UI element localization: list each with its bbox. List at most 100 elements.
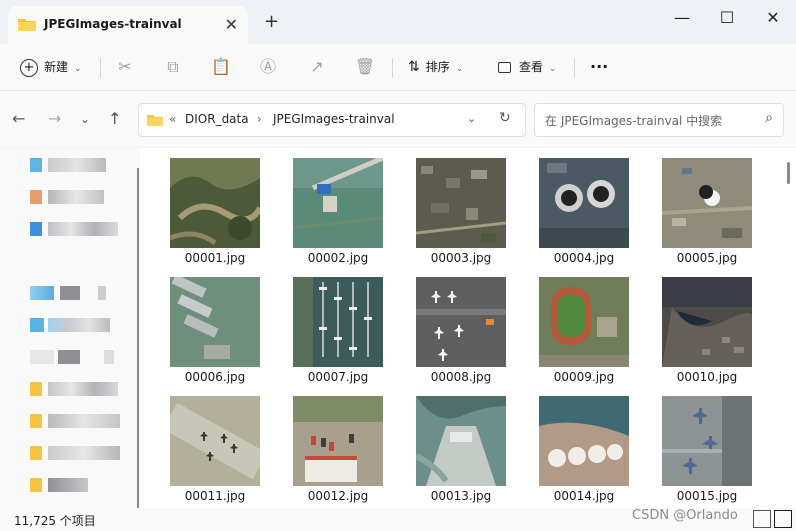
file-tile[interactable]: 00006.jpg [160, 267, 270, 386]
file-name: 00014.jpg [553, 489, 615, 503]
sidebar-item[interactable] [30, 350, 114, 364]
image-thumbnail [170, 277, 260, 367]
search-box[interactable]: 在 JPEGImages-trainval 中搜索 ⌕ [534, 103, 784, 137]
overflow-chevron[interactable]: « [169, 112, 176, 126]
file-tile[interactable]: 00008.jpg [406, 267, 516, 386]
image-thumbnail [662, 277, 752, 367]
navigation-bar: ← → ⌄ ↑ « DIOR_data › JPEGImages-trainva… [0, 91, 796, 147]
forward-arrow-icon[interactable]: → [48, 109, 61, 128]
status-bar: 11,725 个项目 CSDN @Orlando [0, 508, 796, 531]
address-bar[interactable]: « DIOR_data › JPEGImages-trainval ⌄ ↻ [138, 103, 526, 137]
recent-chevron-icon[interactable]: ⌄ [80, 112, 90, 126]
sidebar-item[interactable] [30, 158, 106, 172]
close-window-button[interactable]: ✕ [755, 5, 791, 31]
file-name: 00006.jpg [184, 370, 246, 384]
search-placeholder: 在 JPEGImages-trainval 中搜索 [545, 114, 723, 128]
new-button-label: 新建 [44, 60, 69, 74]
file-name: 00001.jpg [184, 251, 246, 265]
share-icon[interactable]: ↗ [306, 56, 328, 78]
file-name: 00010.jpg [676, 370, 738, 384]
active-tab[interactable]: JPEGImages-trainval ✕ [8, 6, 248, 44]
image-thumbnail [662, 158, 752, 248]
folder-icon [18, 19, 36, 31]
image-thumbnail [416, 396, 506, 486]
paste-icon[interactable]: 📋 [210, 56, 232, 78]
vertical-scrollbar-thumb[interactable] [787, 162, 790, 184]
image-thumbnail [293, 277, 383, 367]
separator [392, 58, 393, 78]
title-bar: JPEGImages-trainval ✕ + — ☐ ✕ [0, 0, 796, 44]
sort-label: 排序 [425, 60, 450, 74]
chevron-down-icon: ⌄ [455, 64, 464, 74]
new-tab-button[interactable]: + [264, 11, 279, 32]
file-tile[interactable]: 00014.jpg [529, 386, 639, 505]
sidebar-item[interactable] [30, 446, 120, 460]
image-thumbnail [170, 158, 260, 248]
file-name: 00013.jpg [430, 489, 492, 503]
file-name: 00003.jpg [430, 251, 492, 265]
separator [574, 58, 575, 78]
image-thumbnail [539, 277, 629, 367]
rename-icon[interactable]: Ⓐ [257, 56, 279, 78]
sort-button[interactable]: ⇅ 排序 ⌄ [408, 55, 463, 79]
breadcrumb-jpegimages[interactable]: JPEGImages-trainval [273, 112, 395, 126]
details-view-icon[interactable] [753, 510, 771, 528]
image-thumbnail [662, 396, 752, 486]
file-name: 00002.jpg [307, 251, 369, 265]
sidebar-item[interactable] [30, 478, 88, 492]
sidebar-scrollbar[interactable] [137, 168, 139, 508]
refresh-icon[interactable]: ↻ [499, 110, 511, 126]
file-tile[interactable]: 00007.jpg [283, 267, 393, 386]
sidebar-item[interactable] [30, 190, 104, 204]
cut-icon[interactable]: ✂ [114, 56, 136, 78]
new-button[interactable]: + 新建 ⌄ [20, 55, 82, 79]
address-dropdown-icon[interactable]: ⌄ [467, 112, 476, 125]
separator [100, 58, 101, 78]
copy-icon[interactable]: ⧉ [162, 56, 184, 78]
view-toggle [750, 510, 792, 528]
file-tile[interactable]: 00003.jpg [406, 148, 516, 267]
file-tile[interactable]: 00001.jpg [160, 148, 270, 267]
file-tile[interactable]: 00015.jpg [652, 386, 762, 505]
file-tile[interactable]: 00011.jpg [160, 386, 270, 505]
folder-icon [147, 115, 163, 126]
maximize-button[interactable]: ☐ [709, 5, 745, 31]
view-label: 查看 [519, 60, 544, 74]
command-bar: + 新建 ⌄ ✂ ⧉ 📋 Ⓐ ↗ 🗑 ⇅ 排序 ⌄ 查看 ⌄ ··· [0, 44, 796, 91]
image-thumbnail [293, 158, 383, 248]
sort-icon: ⇅ [408, 59, 420, 75]
sidebar-item[interactable] [30, 414, 120, 428]
chevron-down-icon: ⌄ [549, 64, 557, 74]
sidebar-item[interactable] [30, 318, 110, 332]
file-tile[interactable]: 00012.jpg [283, 386, 393, 505]
view-button[interactable]: 查看 ⌄ [498, 55, 557, 79]
file-name: 00007.jpg [307, 370, 369, 384]
search-icon[interactable]: ⌕ [765, 110, 773, 126]
image-thumbnail [539, 158, 629, 248]
file-tile[interactable]: 00009.jpg [529, 267, 639, 386]
file-tile[interactable]: 00002.jpg [283, 148, 393, 267]
file-tile[interactable]: 00005.jpg [652, 148, 762, 267]
sidebar-item[interactable] [30, 382, 118, 396]
file-tile[interactable]: 00004.jpg [529, 148, 639, 267]
image-thumbnail [416, 277, 506, 367]
close-tab-icon[interactable]: ✕ [225, 15, 238, 34]
navigation-pane [0, 148, 140, 508]
back-arrow-icon[interactable]: ← [12, 109, 25, 128]
item-count: 11,725 个项目 [14, 514, 96, 528]
file-tile[interactable]: 00010.jpg [652, 267, 762, 386]
large-icons-view-icon[interactable] [774, 510, 792, 528]
more-options-button[interactable]: ··· [590, 55, 608, 79]
file-tile[interactable]: 00013.jpg [406, 386, 516, 505]
file-name: 00009.jpg [553, 370, 615, 384]
sidebar-item[interactable] [30, 286, 106, 300]
sidebar-item[interactable] [30, 222, 118, 236]
file-name: 00011.jpg [184, 489, 246, 503]
breadcrumb-dior-data[interactable]: DIOR_data [185, 112, 249, 126]
file-name: 00008.jpg [430, 370, 492, 384]
delete-icon[interactable]: 🗑 [354, 56, 376, 78]
minimize-button[interactable]: — [664, 5, 700, 31]
up-arrow-icon[interactable]: ↑ [108, 109, 121, 128]
image-thumbnail [170, 396, 260, 486]
file-name: 00005.jpg [676, 251, 738, 265]
